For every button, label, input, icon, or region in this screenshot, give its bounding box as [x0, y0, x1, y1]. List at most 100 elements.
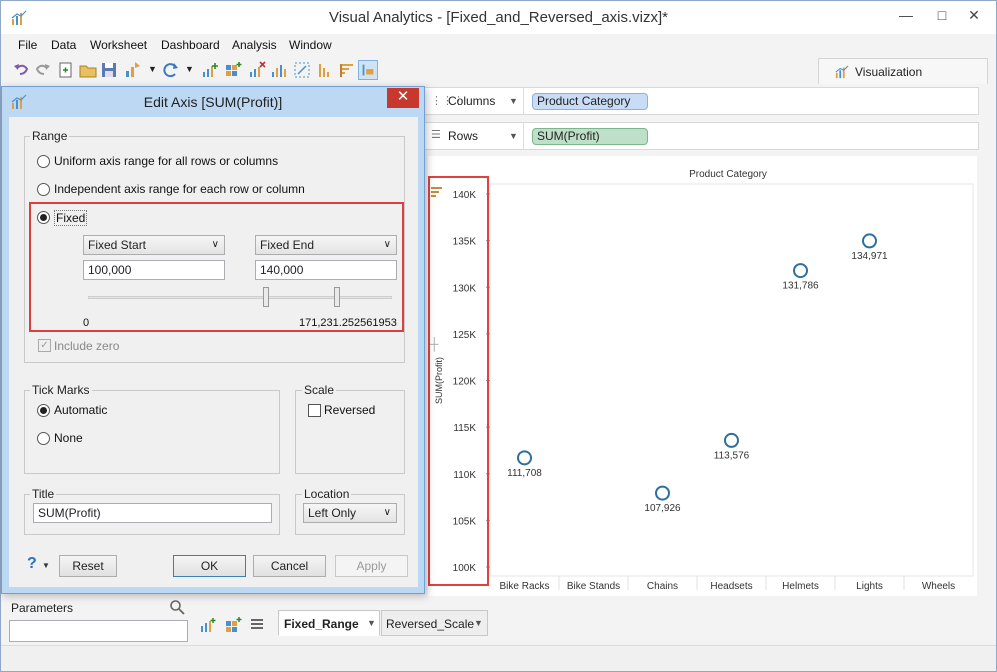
data-point[interactable] [793, 263, 808, 279]
list-sheets-icon[interactable] [249, 617, 265, 633]
data-point[interactable] [655, 485, 670, 501]
data-point[interactable] [724, 432, 739, 448]
save-icon[interactable] [99, 60, 119, 80]
shelf-divider [523, 123, 524, 149]
open-folder-icon[interactable] [78, 60, 98, 80]
cancel-button[interactable]: Cancel [253, 555, 326, 577]
chevron-down-icon[interactable]: ▼ [509, 96, 518, 106]
range-slider-end-thumb[interactable] [334, 287, 340, 307]
uniform-label: Uniform axis range for all rows or colum… [54, 154, 279, 168]
chevron-down-icon[interactable]: ▼ [474, 618, 483, 628]
x-category-label: Lights [856, 581, 883, 592]
show-labels-icon[interactable] [358, 60, 378, 80]
reversed-checkbox[interactable] [308, 404, 321, 417]
sheet-tab-fixed-range[interactable]: Fixed_Range ▼ [278, 610, 380, 636]
chevron-down-icon: ∨ [383, 239, 391, 250]
dialog-title: Edit Axis [SUM(Profit)] [143, 94, 283, 110]
status-bar [1, 645, 996, 671]
dialog-title-bar: Edit Axis [SUM(Profit)] ✕ [2, 87, 424, 115]
ok-button[interactable]: OK [173, 555, 246, 577]
minimize-button[interactable]: — [891, 2, 921, 28]
axis-title-input[interactable]: SUM(Profit) [33, 503, 272, 523]
columns-label: Columns [448, 94, 496, 108]
undo-icon[interactable] [11, 60, 31, 80]
independent-radio[interactable] [37, 183, 50, 196]
sheet-tab-label: Reversed_Scale [386, 617, 475, 631]
chevron-down-icon: ∨ [211, 239, 219, 250]
sort-descending-icon[interactable] [337, 60, 357, 80]
visualization-tab-label: Visualization [855, 65, 923, 79]
tick-automatic-label: Automatic [54, 403, 108, 417]
data-label: 107,926 [644, 503, 681, 514]
location-select[interactable]: Left Only ∨ [303, 503, 397, 523]
title-group-label: Title [30, 487, 57, 501]
new-worksheet-icon[interactable] [200, 60, 220, 80]
menu-analysis[interactable]: Analysis [232, 38, 277, 52]
new-sheet-icon[interactable] [56, 60, 76, 80]
new-worksheet-icon[interactable] [199, 616, 217, 634]
data-label: 131,786 [782, 281, 819, 292]
location-select-value: Left Only [308, 506, 357, 520]
x-category-label: Bike Stands [567, 581, 620, 592]
chevron-down-icon[interactable]: ▼ [509, 131, 518, 141]
range-slider-track[interactable] [88, 296, 392, 299]
menu-worksheet[interactable]: Worksheet [90, 38, 147, 52]
dialog-body: Range Uniform axis range for all rows or… [9, 117, 418, 587]
tick-marks-group-label: Tick Marks [30, 383, 92, 397]
columns-shelf: ⋮⋮⋮ Columns ▼ Product Category [424, 87, 979, 115]
chevron-down-icon[interactable]: ▼ [148, 64, 157, 74]
range-group-label: Range [30, 129, 70, 143]
x-category-label: Headsets [710, 581, 752, 592]
uniform-radio[interactable] [37, 155, 50, 168]
tick-automatic-radio[interactable] [37, 404, 50, 417]
tick-none-label: None [54, 431, 83, 445]
include-zero-label: Include zero [54, 339, 120, 353]
close-window-button[interactable]: ✕ [959, 2, 989, 28]
chevron-down-icon[interactable]: ▼ [185, 64, 194, 74]
tick-none-radio[interactable] [37, 432, 50, 445]
reset-button[interactable]: Reset [59, 555, 117, 577]
menu-window[interactable]: Window [289, 38, 332, 52]
reversed-label: Reversed [324, 403, 376, 417]
fixed-start-input[interactable]: 100,000 [83, 260, 225, 280]
data-point[interactable] [517, 450, 532, 466]
visualization-tab[interactable]: Visualization [818, 58, 988, 84]
menu-dashboard[interactable]: Dashboard [161, 38, 220, 52]
menu-bar: File Data Worksheet Dashboard Analysis W… [1, 35, 996, 57]
search-icon[interactable] [169, 599, 185, 615]
fixed-label: Fixed [54, 210, 88, 226]
sort-ascending-icon[interactable] [315, 60, 335, 80]
new-dashboard-icon[interactable] [223, 60, 243, 80]
columns-pill[interactable]: Product Category [532, 93, 648, 110]
rows-pill[interactable]: SUM(Profit) [532, 128, 648, 145]
rows-shelf: ☰ Rows ▼ SUM(Profit) [424, 122, 979, 150]
redo-icon[interactable] [33, 60, 53, 80]
swap-axes-icon[interactable] [292, 60, 312, 80]
fixed-start-select[interactable]: Fixed Start ∨ [83, 235, 225, 255]
fixed-end-input[interactable]: 140,000 [255, 260, 397, 280]
duplicate-sheet-icon[interactable] [269, 60, 289, 80]
new-dashboard-icon[interactable] [224, 616, 242, 634]
menu-file[interactable]: File [18, 38, 37, 52]
parameters-label: Parameters [11, 601, 74, 615]
axis-highlight-box [428, 176, 489, 586]
fixed-radio[interactable] [37, 211, 50, 224]
data-point[interactable] [862, 233, 877, 249]
maximize-button[interactable]: □ [927, 2, 957, 28]
parameters-search-input[interactable] [9, 620, 188, 642]
include-zero-checkbox[interactable]: ✓ [38, 339, 51, 352]
fixed-end-select[interactable]: Fixed End ∨ [255, 235, 397, 255]
chevron-down-icon[interactable]: ▼ [367, 618, 376, 628]
chevron-down-icon[interactable]: ▼ [42, 561, 50, 570]
close-icon[interactable]: ✕ [387, 88, 419, 108]
data-label: 111,708 [507, 468, 542, 479]
sheet-tab-reversed-scale[interactable]: Reversed_Scale ▼ [381, 610, 488, 636]
range-slider-start-thumb[interactable] [263, 287, 269, 307]
help-icon[interactable]: ? [27, 555, 37, 573]
apply-button[interactable]: Apply [335, 555, 408, 577]
auto-update-icon[interactable] [123, 60, 143, 80]
scatter-chart: Product Category SUM(Profit) 100K105K110… [434, 169, 974, 592]
menu-data[interactable]: Data [51, 38, 76, 52]
clear-sheet-icon[interactable] [247, 60, 267, 80]
refresh-icon[interactable] [161, 60, 181, 80]
